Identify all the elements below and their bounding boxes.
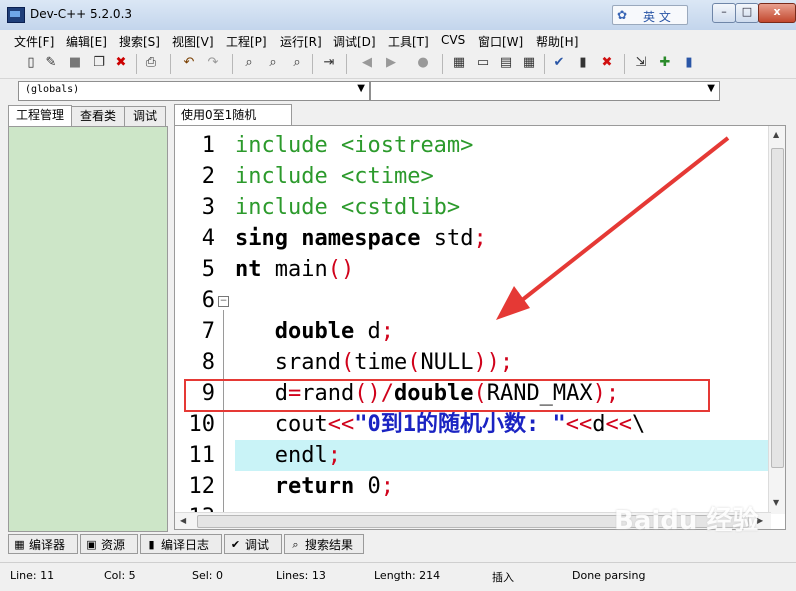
tab-label: 调试 — [245, 538, 270, 552]
compiler-icon: ▦ — [14, 538, 25, 551]
status-insert-mode: 插入 — [492, 571, 514, 584]
tab-label: 编译日志 — [161, 538, 210, 552]
status-bar: Line: 11 Col: 5 Sel: 0 Lines: 13 Length:… — [0, 562, 796, 591]
tab-search-results[interactable]: ⌕ 搜索结果 — [284, 534, 364, 554]
status-length: Length: 214 — [374, 569, 441, 582]
tab-label: 编译器 — [29, 538, 66, 552]
bottom-tabs: ▦ 编译器 ▣ 资源 ▮ 编译日志 ✔ 调试 ⌕ 搜索结果 — [8, 534, 788, 556]
status-parsing: Done parsing — [572, 569, 646, 582]
annotation-arrow-shaft — [510, 136, 730, 310]
search-results-icon: ⌕ — [292, 538, 299, 551]
status-col: Col: 5 — [104, 569, 136, 582]
status-sel: Sel: 0 — [192, 569, 224, 582]
tab-debug[interactable]: ✔ 调试 — [224, 534, 282, 554]
tab-label: 搜索结果 — [305, 538, 354, 552]
tab-log[interactable]: ▮ 编译日志 — [140, 534, 222, 554]
tab-label: 资源 — [101, 538, 126, 552]
log-icon: ▮ — [148, 538, 155, 551]
status-lines: Lines: 13 — [276, 569, 326, 582]
resources-icon: ▣ — [86, 538, 97, 551]
tab-resources[interactable]: ▣ 资源 — [80, 534, 138, 554]
status-line: Line: 11 — [10, 569, 55, 582]
app-window: Dev-C++ 5.2.0.3 ✿ 英 文 – □ x 文件[F] 编辑[E] … — [0, 0, 796, 591]
debug-icon: ✔ — [230, 538, 241, 551]
annotation-arrow-head — [496, 286, 530, 320]
baidu-watermark: Baidu 经验 — [614, 506, 759, 536]
tab-compiler[interactable]: ▦ 编译器 — [8, 534, 78, 554]
